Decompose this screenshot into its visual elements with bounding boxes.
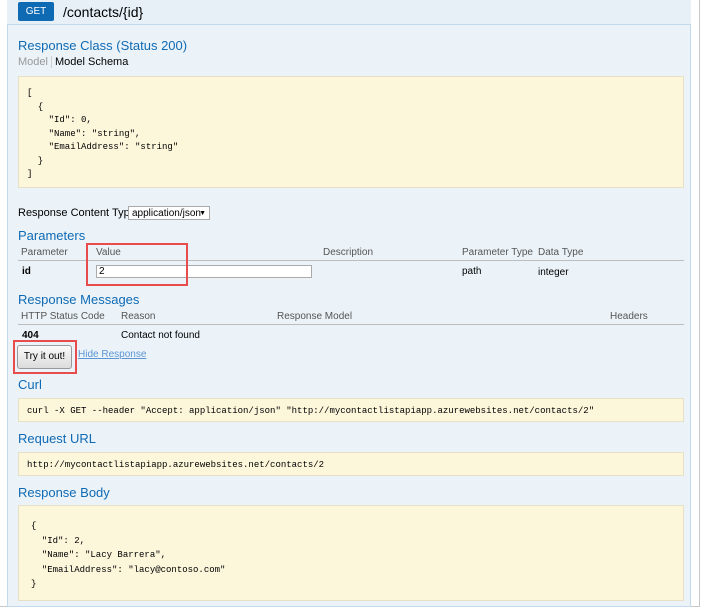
request-url: http://mycontactlistapiapp.azurewebsites…: [27, 460, 325, 470]
dropdown-arrow-icon: ▼: [199, 210, 206, 217]
content-type-value: application/json: [132, 208, 201, 219]
schema-line: [: [27, 88, 33, 98]
body-line: "Name": "Lacy Barrera",: [31, 550, 167, 560]
body-line: {: [31, 521, 37, 531]
value-highlight-box: [86, 243, 188, 286]
schema-line: "Name": "string",: [27, 128, 141, 139]
tab-model[interactable]: Model: [18, 56, 48, 68]
resp-header-reason: Reason: [121, 311, 156, 322]
body-line: "Id": 2,: [31, 535, 86, 546]
endpoint-path[interactable]: /contacts/{id}: [63, 4, 143, 20]
tab-divider: [50, 56, 52, 69]
request-url-title: Request URL: [18, 431, 97, 446]
curl-command: curl -X GET --header "Accept: applicatio…: [27, 406, 595, 416]
content-type-select[interactable]: application/json ▼: [128, 206, 210, 220]
schema-line: "Id": 0,: [27, 115, 92, 125]
body-line: "EmailAddress": "lacy@contoso.com": [31, 564, 226, 575]
param-header-data-type: Data Type: [538, 247, 584, 258]
response-messages-title: Response Messages: [18, 292, 140, 307]
tab-model-schema[interactable]: Model Schema: [55, 56, 128, 68]
parameters-title: Parameters: [18, 228, 86, 243]
content-type-label: Response Content Type: [18, 207, 136, 219]
param-name: id: [22, 266, 31, 277]
resp-header-headers: Headers: [610, 311, 648, 322]
response-body-code: { "Id": 2, "Name": "Lacy Barrera", "Emai…: [18, 505, 684, 601]
body-line: }: [31, 579, 37, 589]
model-schema-code: [ { "Id": 0, "Name": "string", "EmailAdd…: [18, 76, 684, 188]
http-method-badge[interactable]: GET: [18, 2, 54, 21]
schema-line: }: [27, 155, 44, 166]
curl-title: Curl: [18, 377, 42, 392]
param-header-description: Description: [323, 247, 374, 258]
response-body-title: Response Body: [18, 485, 110, 500]
response-class-title: Response Class (Status 200): [18, 38, 188, 53]
resp-header-status: HTTP Status Code: [21, 311, 105, 322]
schema-line: "EmailAddress": "string": [27, 142, 179, 152]
request-url-box: http://mycontactlistapiapp.azurewebsites…: [18, 452, 684, 476]
resp-reason: Contact not found: [121, 330, 200, 341]
curl-command-box: curl -X GET --header "Accept: applicatio…: [18, 398, 684, 422]
operation-header[interactable]: GET /contacts/{id}: [7, 0, 691, 25]
resp-header-model: Response Model: [277, 311, 353, 322]
model-tabs: Model Model Schema: [18, 56, 128, 69]
try-it-highlight-box: [13, 340, 77, 374]
param-header-parameter: Parameter: [21, 247, 68, 258]
schema-line: ]: [27, 169, 33, 179]
schema-line: {: [27, 101, 44, 112]
param-header-parameter-type: Parameter Type: [462, 247, 533, 258]
hide-response-link[interactable]: Hide Response: [78, 349, 146, 360]
resp-header-divider: [18, 324, 684, 325]
param-type: path: [462, 266, 482, 277]
param-data-type: integer: [538, 267, 569, 278]
